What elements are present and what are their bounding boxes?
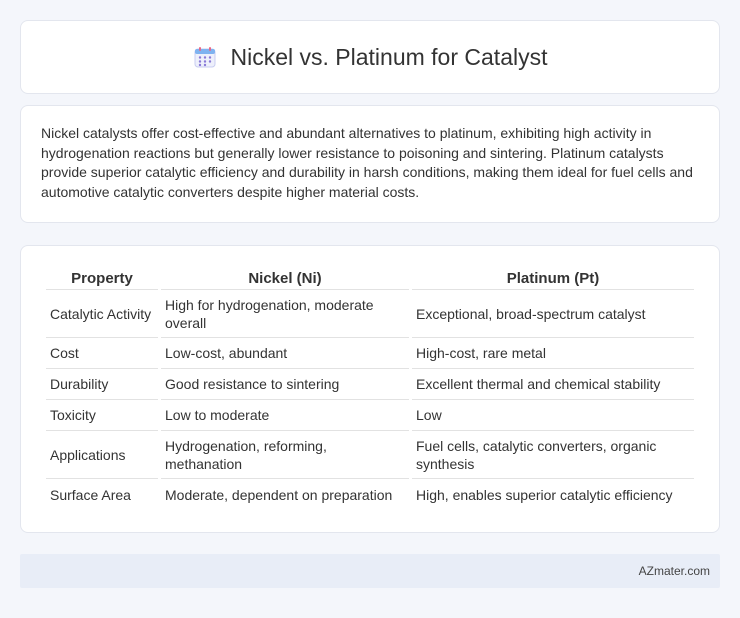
- property-cell: Applications: [46, 431, 158, 479]
- header-platinum: Platinum (Pt): [412, 264, 694, 290]
- nickel-cell: Low to moderate: [161, 400, 409, 431]
- nickel-cell: Low-cost, abundant: [161, 338, 409, 369]
- summary-text: Nickel catalysts offer cost-effective an…: [41, 125, 693, 200]
- platinum-cell: High-cost, rare metal: [412, 338, 694, 369]
- table-row: Surface Area Moderate, dependent on prep…: [46, 479, 694, 510]
- nickel-cell: High for hydrogenation, moderate overall: [161, 290, 409, 338]
- comparison-table: Property Nickel (Ni) Platinum (Pt) Catal…: [43, 264, 697, 510]
- property-cell: Cost: [46, 338, 158, 369]
- platinum-cell: Low: [412, 400, 694, 431]
- header-property: Property: [46, 264, 158, 290]
- calendar-icon: [193, 45, 217, 69]
- summary-card: Nickel catalysts offer cost-effective an…: [20, 105, 720, 223]
- property-cell: Catalytic Activity: [46, 290, 158, 338]
- page-title: Nickel vs. Platinum for Catalyst: [230, 43, 548, 70]
- property-cell: Toxicity: [46, 400, 158, 431]
- property-cell: Surface Area: [50, 486, 131, 503]
- property-cell: Durability: [46, 369, 158, 400]
- comparison-table-card: Property Nickel (Ni) Platinum (Pt) Catal…: [20, 245, 720, 533]
- platinum-cell: Fuel cells, catalytic converters, organi…: [412, 431, 694, 479]
- table-header-row: Property Nickel (Ni) Platinum (Pt): [46, 264, 694, 290]
- platinum-cell: Exceptional, broad-spectrum catalyst: [412, 290, 694, 338]
- footer-bar: AZmater.com: [20, 554, 720, 588]
- header-nickel: Nickel (Ni): [161, 264, 409, 290]
- footer-site-link[interactable]: AZmater.com: [639, 564, 710, 578]
- table-row: Toxicity Low to moderate Low: [46, 400, 694, 431]
- nickel-cell: Hydrogenation, reforming, methanation: [161, 431, 409, 479]
- nickel-cell: Good resistance to sintering: [161, 369, 409, 400]
- table-row: Cost Low-cost, abundant High-cost, rare …: [46, 338, 694, 369]
- table-row: Durability Good resistance to sintering …: [46, 369, 694, 400]
- platinum-cell: High, enables superior catalytic efficie…: [416, 486, 673, 503]
- title-card: Nickel vs. Platinum for Catalyst: [20, 20, 720, 94]
- table-row: Catalytic Activity High for hydrogenatio…: [46, 290, 694, 338]
- table-row: Applications Hydrogenation, reforming, m…: [46, 431, 694, 479]
- platinum-cell: Excellent thermal and chemical stability: [412, 369, 694, 400]
- nickel-cell: Moderate, dependent on preparation: [165, 486, 393, 503]
